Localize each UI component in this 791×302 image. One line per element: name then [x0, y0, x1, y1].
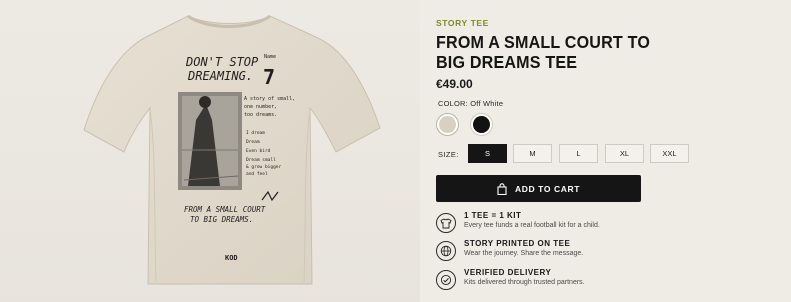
print-headline-1: DON'T STOP [185, 55, 259, 69]
print-number: 7 [263, 65, 275, 89]
size-option-xxl[interactable]: XXL [650, 144, 689, 163]
print-brand-mark: KOD [225, 254, 238, 262]
feature-description: Every tee funds a real football kit for … [464, 222, 600, 229]
product-price: €49.00 [436, 77, 473, 91]
print-footer-1: FROM A SMALL COURT [184, 205, 266, 214]
print-footer-2: TO BIG DREAMS. [190, 215, 253, 224]
add-to-cart-label: ADD TO CART [515, 183, 580, 194]
print-number-label: Name [264, 54, 276, 60]
print-note-6: and feel [246, 171, 268, 177]
feature-item: STORY PRINTED ON TEE Wear the journey. S… [436, 239, 686, 269]
size-option-xl[interactable]: XL [605, 144, 644, 163]
color-selector-label: COLOR: Off White [438, 99, 503, 108]
size-label: SIZE: [438, 150, 459, 159]
feature-title: VERIFIED DELIVERY [464, 268, 552, 277]
color-label: COLOR: [438, 99, 468, 108]
size-option-s[interactable]: S [468, 144, 507, 163]
feature-item: 1 TEE = 1 KIT Every tee funds a real foo… [436, 211, 686, 241]
print-note-5: & grow bigger [246, 164, 282, 170]
product-page: DON'T STOP DREAMING. Name 7 A story of s… [0, 0, 791, 302]
print-story-1: A story of small, [244, 96, 295, 102]
print-note-3: Even bird [246, 148, 271, 154]
feature-description: Kits delivered through trusted partners. [464, 279, 585, 286]
tshirt-illustration: DON'T STOP DREAMING. Name 7 A story of s… [83, 14, 381, 285]
tshirt-icon [436, 213, 456, 233]
color-value: Off White [470, 99, 504, 108]
feature-item: VERIFIED DELIVERY Kits delivered through… [436, 268, 686, 298]
size-option-m[interactable]: M [513, 144, 552, 163]
feature-description: Wear the journey. Share the message. [464, 250, 584, 257]
print-note-4: Dream small [246, 157, 276, 163]
check-circle-icon [436, 270, 456, 290]
product-image[interactable]: DON'T STOP DREAMING. Name 7 A story of s… [0, 0, 420, 302]
print-story-3: too dreams. [244, 112, 277, 118]
add-to-cart-button[interactable]: ADD TO CART [436, 175, 641, 202]
print-story-2: one number, [244, 104, 277, 110]
print-headline-2: DREAMING. [187, 69, 253, 83]
feature-title: 1 TEE = 1 KIT [464, 211, 522, 220]
print-note-1: I dream [246, 130, 265, 136]
product-eyebrow: STORY TEE [436, 18, 489, 28]
feature-title: STORY PRINTED ON TEE [464, 239, 571, 248]
shopping-bag-icon [497, 182, 507, 195]
print-note-2: Dream [246, 139, 260, 145]
swatch-off-white[interactable] [437, 114, 458, 135]
swatch-black[interactable] [471, 114, 492, 135]
product-details: STORY TEE FROM A SMALL COURT TO BIG DREA… [436, 0, 776, 302]
globe-icon [436, 241, 456, 261]
size-option-l[interactable]: L [559, 144, 598, 163]
product-title: FROM A SMALL COURT TO BIG DREAMS TEE [436, 32, 651, 72]
